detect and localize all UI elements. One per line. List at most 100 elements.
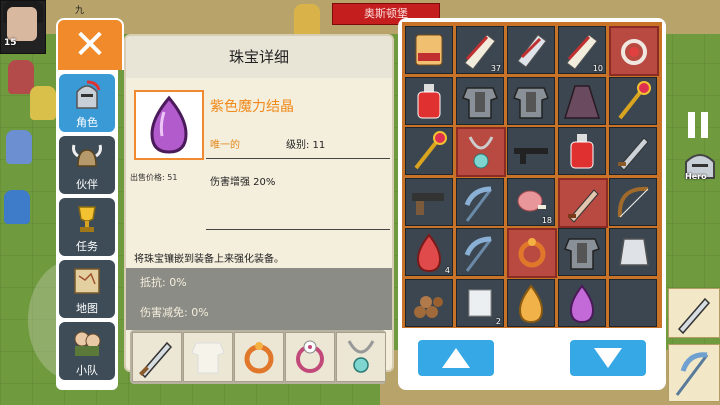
jewel-detail-panel: 珠宝详细 出售价格: 51 紫色魔力结晶 唯一的 级别: 11 伤害增强 20%… — [124, 34, 394, 372]
purple-gem-icon — [150, 95, 188, 154]
rifle-icon — [514, 148, 548, 164]
inventory-slot[interactable] — [405, 278, 453, 327]
stat-line: 伤害减免: 0% — [140, 306, 209, 319]
red-scroll-icon — [415, 34, 443, 66]
inventory-slot[interactable] — [405, 76, 453, 125]
inventory-slot[interactable]: 18 — [507, 177, 555, 226]
sword-icon — [139, 341, 173, 379]
red-dagger-icon — [568, 188, 599, 223]
inventory-slot[interactable] — [609, 127, 657, 175]
inventory-slot[interactable] — [405, 177, 453, 226]
inventory-slot[interactable]: 4 — [405, 228, 453, 276]
striped-scroll-icon — [517, 34, 547, 68]
item-count: 37 — [490, 64, 501, 73]
orange-ring-icon — [518, 238, 546, 268]
inventory-slot[interactable] — [456, 228, 504, 276]
chest-armor-icon — [564, 238, 600, 270]
player-level: 15 — [4, 38, 17, 48]
scythe-icon — [675, 352, 709, 396]
inventory-slot[interactable]: 37 — [456, 26, 504, 74]
player-name-label: 九 — [75, 6, 85, 16]
inventory-slot[interactable] — [609, 26, 659, 76]
flower-ring-icon — [296, 340, 324, 373]
inventory-slot[interactable] — [507, 127, 555, 175]
knight-helmet-icon — [76, 80, 101, 109]
inventory-slot[interactable] — [456, 127, 506, 177]
item-count: 2 — [495, 316, 501, 326]
equip-slot[interactable] — [132, 332, 182, 382]
pause-button[interactable] — [688, 112, 710, 138]
arrow-down-icon — [594, 348, 622, 368]
inventory-slot-empty[interactable] — [609, 278, 657, 327]
scythe-icon — [464, 236, 493, 272]
party-icon — [74, 331, 101, 356]
equip-slot[interactable] — [234, 332, 284, 382]
inventory-slot[interactable] — [456, 177, 504, 226]
npc-character — [30, 86, 56, 120]
avatar-face — [7, 7, 37, 41]
equip-slot[interactable] — [183, 332, 233, 382]
red-ring-icon — [621, 39, 647, 65]
inventory-slot[interactable] — [507, 26, 555, 74]
inventory-slot[interactable] — [507, 228, 557, 278]
inventory-slot[interactable] — [558, 127, 606, 175]
red-potion-icon — [417, 83, 441, 118]
player-avatar[interactable]: 15 — [0, 0, 46, 54]
scroll-up-button[interactable] — [418, 340, 494, 376]
orange-ring-icon — [244, 342, 274, 374]
inventory-slot[interactable] — [558, 278, 606, 327]
scythe-icon — [464, 186, 493, 222]
staff-icon — [618, 80, 651, 119]
stat-line: 抵抗: 0% — [140, 276, 187, 289]
tab-label: 任务 — [76, 240, 98, 253]
cloak-icon — [563, 84, 601, 119]
quick-slot[interactable] — [668, 344, 720, 402]
inventory-slot[interactable] — [558, 228, 606, 276]
inventory-slot[interactable]: 10 — [558, 26, 606, 74]
quick-slot[interactable] — [668, 288, 720, 338]
equipped-slots-row — [130, 330, 386, 384]
inventory-slot[interactable]: 2 — [456, 278, 504, 327]
inventory-slot[interactable] — [609, 76, 657, 125]
item-count: 18 — [541, 215, 552, 225]
npc-character — [4, 190, 30, 224]
hero-label: Hero — [685, 172, 707, 181]
wood-logs-icon — [414, 295, 443, 318]
obscured-stats: 抵抗: 0% 伤害减免: 0% — [126, 268, 392, 330]
inventory-slot[interactable] — [558, 76, 606, 125]
tab-companion[interactable]: 伙伴 — [59, 136, 115, 194]
npc-character — [6, 130, 32, 164]
arrow-up-icon — [442, 348, 470, 368]
inventory-slot[interactable] — [507, 76, 555, 125]
dagger-icon — [618, 137, 649, 171]
item-description: 将珠宝镶嵌到装备上来强化装备。 — [134, 254, 284, 265]
inventory-slot[interactable] — [558, 177, 608, 228]
inventory-slot[interactable] — [456, 76, 504, 125]
orange-gem-icon — [518, 283, 544, 323]
inventory-slot[interactable] — [405, 26, 453, 74]
staff-icon — [414, 131, 447, 170]
sword-icon — [677, 297, 711, 335]
inventory-slot[interactable] — [609, 228, 657, 276]
npc-character — [8, 60, 34, 94]
tab-label: 角色 — [76, 116, 98, 129]
purple-gem-icon — [569, 283, 595, 323]
inventory-slot[interactable] — [507, 278, 555, 327]
chest-armor-icon — [462, 86, 498, 119]
necklace-icon — [347, 340, 375, 373]
inventory-slot[interactable] — [405, 127, 453, 175]
tab-map[interactable]: 地图 — [59, 260, 115, 318]
scroll-down-button[interactable] — [570, 340, 646, 376]
item-name: 紫色魔力结晶 — [210, 99, 294, 115]
detail-header: 珠宝详细 — [126, 36, 392, 78]
inventory-slot[interactable] — [609, 177, 657, 226]
equip-slot[interactable] — [285, 332, 335, 382]
trophy-icon — [78, 206, 96, 232]
tab-quest[interactable]: 任务 — [59, 198, 115, 256]
tab-character[interactable]: 角色 — [59, 74, 115, 132]
equip-slot[interactable] — [336, 332, 386, 382]
close-button[interactable]: ✕ — [56, 18, 124, 70]
divider — [206, 229, 390, 230]
tab-party[interactable]: 小队 — [59, 322, 115, 380]
inventory-footer — [402, 332, 662, 386]
